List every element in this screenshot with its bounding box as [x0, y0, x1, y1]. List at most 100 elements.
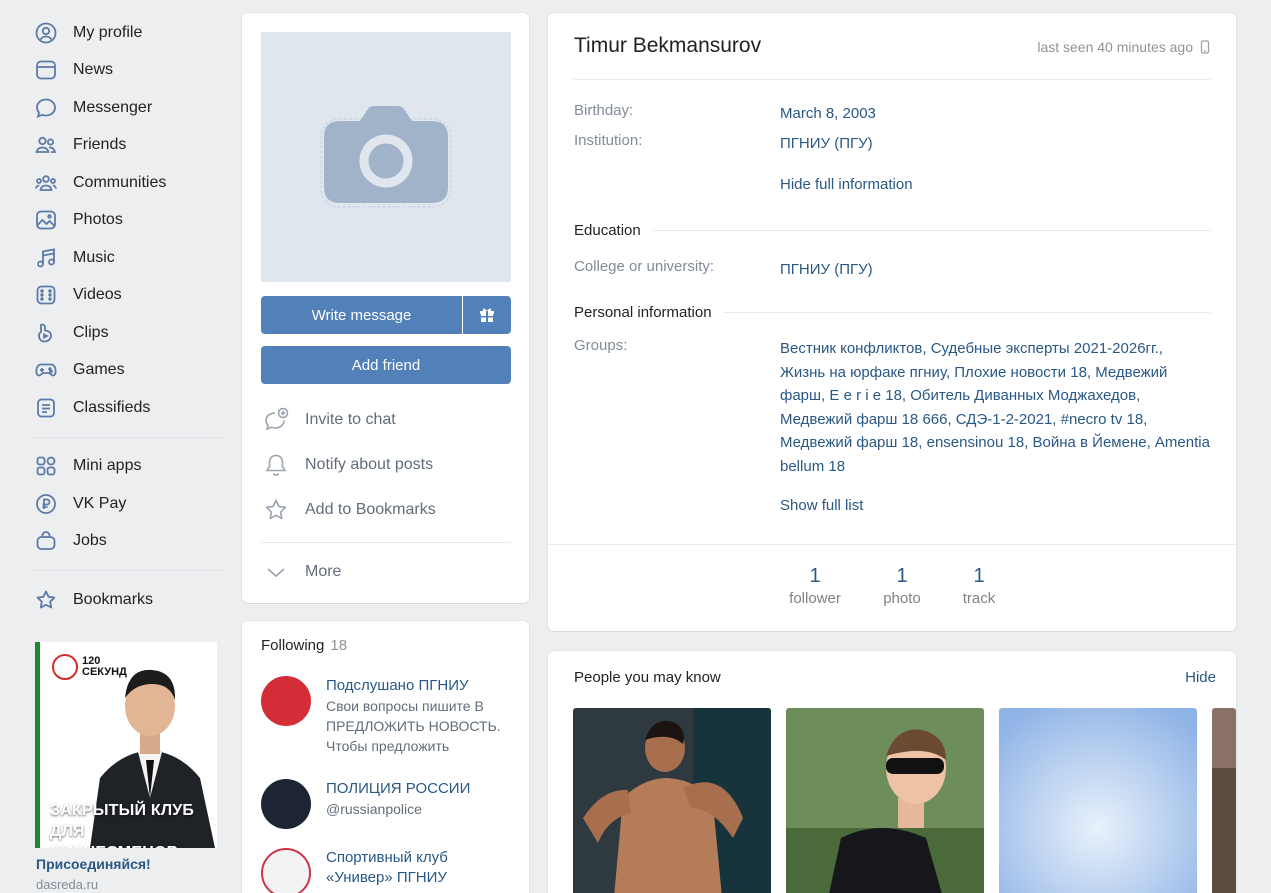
- nav-label: Friends: [73, 136, 127, 154]
- avatar-placeholder[interactable]: [261, 32, 511, 282]
- nav-label: Communities: [73, 173, 167, 191]
- divider: [548, 544, 1236, 545]
- tracks-counter[interactable]: 1 track: [939, 565, 1019, 607]
- groups-label: Groups:: [574, 337, 628, 354]
- nav-label: Music: [73, 248, 115, 266]
- nav-label: Photos: [73, 211, 123, 229]
- suggested-person-photo[interactable]: [1212, 708, 1236, 893]
- more-action[interactable]: More: [263, 559, 341, 585]
- college-value[interactable]: ПГНИУ (ПГУ): [780, 258, 1210, 282]
- invite-to-chat-label: Invite to chat: [305, 411, 396, 428]
- following-item[interactable]: ПОЛИЦИЯ РОССИИ @russianpolice: [261, 779, 470, 829]
- show-full-list-link[interactable]: Show full list: [780, 497, 863, 514]
- message-icon: [34, 96, 58, 120]
- community-avatar: [261, 779, 311, 829]
- camera-icon: [320, 106, 452, 208]
- community-description: @russianpolice: [326, 801, 422, 817]
- ad-brand-line2: СЕКУНД: [82, 666, 127, 678]
- pymk-hide-link[interactable]: Hide: [1185, 669, 1216, 686]
- mini-apps-icon: [34, 454, 58, 478]
- nav-jobs[interactable]: Jobs: [34, 523, 222, 561]
- groups-row: Groups: Вестник конфликтов, Судебные экс…: [574, 337, 1210, 478]
- community-avatar: [261, 676, 311, 726]
- following-item[interactable]: Подслушано ПГНИУ Свои вопросы пишите В П…: [261, 676, 516, 756]
- nav-messenger[interactable]: Messenger: [34, 89, 222, 127]
- person-photo-image: [573, 708, 771, 893]
- write-message-button[interactable]: Write message: [261, 296, 462, 334]
- institution-label: Institution:: [574, 132, 643, 149]
- suggested-person-photo[interactable]: [999, 708, 1197, 893]
- birthday-value[interactable]: March 8, 2003: [780, 102, 1210, 126]
- nav-label: Classifieds: [73, 398, 151, 416]
- nav-friends[interactable]: Friends: [34, 127, 222, 165]
- music-icon: [34, 246, 58, 270]
- person-photo-image: [1212, 708, 1236, 893]
- following-item[interactable]: Спортивный клуб «Универ» ПГНИУ: [261, 848, 486, 893]
- friends-icon: [34, 133, 58, 157]
- suggested-person-photo[interactable]: [786, 708, 984, 893]
- classifieds-icon: [34, 396, 58, 420]
- nav-games[interactable]: Games: [34, 352, 222, 390]
- star-icon: [263, 497, 289, 523]
- nav-label: Bookmarks: [73, 590, 154, 608]
- community-name: Спортивный клуб «Универ» ПГНИУ: [326, 849, 448, 886]
- institution-value[interactable]: ПГНИУ (ПГУ): [780, 132, 1210, 156]
- following-header[interactable]: Following 18: [261, 637, 347, 654]
- counter-value: 1: [896, 565, 908, 587]
- college-row: College or university: ПГНИУ (ПГУ): [574, 258, 1210, 282]
- nav-mini-apps[interactable]: Mini apps: [34, 448, 222, 486]
- section-line: [652, 230, 1210, 231]
- notify-posts-action[interactable]: Notify about posts: [263, 452, 433, 478]
- education-section-header: Education: [574, 222, 1210, 239]
- suggested-person-photo[interactable]: [573, 708, 771, 893]
- nav-videos[interactable]: Videos: [34, 277, 222, 315]
- personal-section-header: Personal information: [574, 304, 1210, 321]
- gift-button[interactable]: [463, 296, 511, 334]
- nav-classifieds[interactable]: Classifieds: [34, 389, 222, 427]
- community-description: Свои вопросы пишите В ПРЕДЛОЖИТЬ НОВОСТЬ…: [326, 698, 501, 754]
- hide-full-info-link[interactable]: Hide full information: [780, 176, 913, 193]
- section-line: [723, 312, 1210, 313]
- gift-icon: [480, 308, 494, 322]
- following-card: Following 18 Подслушано ПГНИУ Свои вопрос…: [242, 621, 529, 893]
- star-icon: [34, 588, 58, 612]
- invite-to-chat-action[interactable]: Invite to chat: [263, 407, 396, 433]
- divider: [574, 79, 1210, 80]
- photos-icon: [34, 208, 58, 232]
- followers-counter[interactable]: 1 follower: [775, 565, 855, 607]
- chevron-down-icon: [263, 559, 289, 585]
- birthday-row: Birthday: March 8, 2003: [574, 102, 1210, 126]
- add-bookmarks-label: Add to Bookmarks: [305, 501, 436, 518]
- bell-icon: [263, 452, 289, 478]
- profile-name: Timur Bekmansurov: [574, 34, 762, 57]
- add-friend-button[interactable]: Add friend: [261, 346, 511, 384]
- last-seen-text: last seen 40 minutes ago: [1037, 39, 1193, 55]
- games-icon: [34, 358, 58, 382]
- nav-news[interactable]: News: [34, 52, 222, 90]
- last-seen-status: last seen 40 minutes ago: [1037, 39, 1210, 55]
- nav-label: Messenger: [73, 98, 153, 116]
- nav-label: Clips: [73, 323, 109, 341]
- nav-clips[interactable]: Clips: [34, 314, 222, 352]
- ad-caption-line2: ДЛЯ БИЗНЕСМЕНОВ: [50, 823, 178, 848]
- nav-photos[interactable]: Photos: [34, 202, 222, 240]
- counter-label: track: [962, 590, 996, 607]
- groups-value[interactable]: Вестник конфликтов, Судебные эксперты 20…: [780, 337, 1210, 478]
- ad-banner[interactable]: 120 СЕКУНД ЗАКРЫТЫЙ КЛУБ ДЛЯ БИЗНЕСМЕНОВ: [35, 642, 217, 848]
- nav-label: News: [73, 61, 114, 79]
- nav-divider: [34, 436, 222, 438]
- add-bookmarks-action[interactable]: Add to Bookmarks: [263, 497, 436, 523]
- nav-vk-pay[interactable]: VK Pay: [34, 485, 222, 523]
- community-avatar: [261, 848, 311, 893]
- photos-counter[interactable]: 1 photo: [862, 565, 942, 607]
- nav-bookmarks[interactable]: Bookmarks: [34, 581, 222, 619]
- nav-music[interactable]: Music: [34, 239, 222, 277]
- ad-brand: 120 СЕКУНД: [52, 654, 127, 680]
- following-count: 18: [330, 637, 348, 654]
- nav-communities[interactable]: Communities: [34, 164, 222, 202]
- nav-my-profile[interactable]: My profile: [34, 14, 222, 52]
- counter-label: photo: [883, 590, 921, 607]
- ad-link[interactable]: Присоединяйся!: [36, 856, 151, 872]
- counter-value: 1: [809, 565, 821, 587]
- ad-caption-line1: ЗАКРЫТЫЙ КЛУБ: [50, 802, 195, 819]
